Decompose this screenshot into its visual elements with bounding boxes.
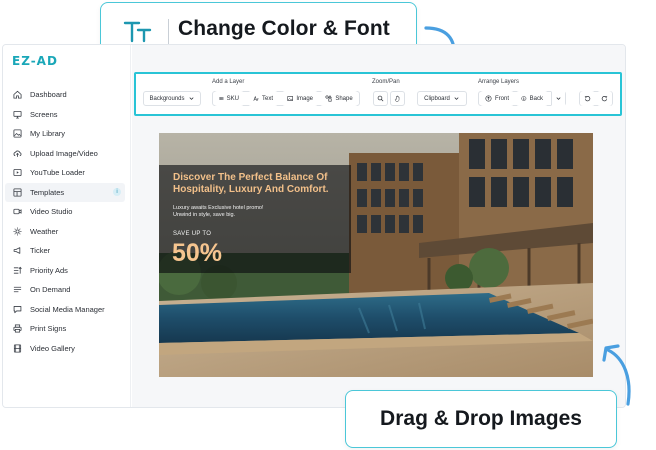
promo-discount[interactable]: 50% [172, 239, 222, 267]
text-format-icon [123, 19, 153, 45]
sidebar-item-label: Social Media Manager [30, 304, 105, 314]
chevron-down-icon [555, 97, 561, 100]
sidebar-item-label: Print Signs [30, 324, 67, 334]
search-icon [377, 95, 384, 102]
sidebar-item-video-studio[interactable]: Video Studio [3, 202, 131, 222]
undo-icon [584, 95, 591, 102]
add-sku-button[interactable]: SKU [214, 91, 244, 106]
add-image-button[interactable]: Image [282, 91, 318, 106]
sidebar-item-label: Upload Image/Video [30, 148, 98, 158]
sidebar-nav: Dashboard Screens My Library Upload Imag… [3, 85, 131, 358]
bring-front-button[interactable]: Front [480, 91, 514, 106]
shape-label: Shape [335, 95, 353, 102]
add-layer-label: Add a Layer [212, 79, 245, 85]
arrow-down-circle-icon [521, 96, 527, 101]
app-logo: EZ-AD [12, 54, 58, 68]
sidebar-item-weather[interactable]: Weather [3, 222, 131, 242]
promo-subtext[interactable]: Luxury awaits Exclusive hotel promo! Unw… [173, 205, 283, 219]
printer-icon [12, 324, 22, 334]
sidebar-item-screens[interactable]: Screens [3, 105, 131, 125]
sidebar-item-label: Priority Ads [30, 265, 68, 275]
image-label: Image [296, 95, 313, 102]
sidebar-item-print-signs[interactable]: Print Signs [3, 319, 131, 339]
backgrounds-dropdown[interactable]: Backgrounds [143, 91, 201, 106]
clipboard-label: Clipboard [424, 95, 450, 102]
video-icon [12, 207, 22, 217]
sidebar-item-video-gallery[interactable]: Video Gallery [3, 339, 131, 359]
chat-icon [12, 304, 22, 314]
text-label: Text [261, 95, 273, 102]
promo-overlay[interactable]: Discover The Perfect Balance Of Hospital… [159, 165, 351, 273]
sidebar-item-my-library[interactable]: My Library [3, 124, 131, 144]
sidebar-item-label: Ticker [30, 246, 51, 256]
add-shape-button[interactable]: Shape [320, 91, 358, 106]
templates-icon [12, 187, 22, 197]
arrange-layers-label: Arrange Layers [478, 79, 520, 85]
sidebar-item-ticker[interactable]: Ticker [3, 241, 131, 261]
add-text-button[interactable]: Text [248, 91, 278, 106]
arrange-more-button[interactable] [551, 91, 565, 106]
editor-toolbar: Backgrounds Add a Layer SKU Text Image S… [134, 72, 622, 116]
sidebar-item-social-media[interactable]: Social Media Manager [3, 300, 131, 320]
zoom-pan-label: Zoom/Pan [372, 79, 400, 85]
text-icon [253, 95, 259, 101]
sidebar-item-label: Weather [30, 226, 59, 236]
list-icon [12, 285, 22, 295]
front-label: Front [494, 95, 509, 102]
home-icon [12, 90, 22, 100]
arrow-up-circle-icon [485, 95, 492, 102]
sidebar-item-on-demand[interactable]: On Demand [3, 280, 131, 300]
redo-button[interactable] [597, 91, 612, 106]
play-box-icon [12, 168, 22, 178]
sidebar-item-label: Screens [30, 109, 58, 119]
megaphone-icon [12, 246, 22, 256]
sidebar-item-label: Dashboard [30, 90, 67, 100]
callout-title: Change Color & Font [178, 17, 390, 40]
callout-title: Drag & Drop Images [380, 407, 582, 430]
film-icon [12, 343, 22, 353]
sidebar-item-upload[interactable]: Upload Image/Video [3, 144, 131, 164]
back-label: Back [529, 95, 543, 102]
callout-divider [168, 19, 169, 45]
shapes-icon [325, 95, 333, 102]
barcode-icon [219, 97, 224, 100]
monitor-icon [12, 109, 22, 119]
sku-label: SKU [226, 95, 239, 102]
sidebar-item-label: On Demand [30, 285, 71, 295]
chevron-down-icon [188, 97, 194, 100]
promo-save-label[interactable]: SAVE UP TO [173, 231, 211, 237]
send-back-button[interactable]: Back [516, 91, 548, 106]
promo-headline[interactable]: Discover The Perfect Balance Of Hospital… [173, 172, 349, 196]
sidebar-item-dashboard[interactable]: Dashboard [3, 85, 131, 105]
cloud-upload-icon [12, 148, 22, 158]
sidebar: EZ-AD Dashboard Screens My Library Uploa… [3, 45, 131, 407]
pan-button[interactable] [390, 91, 405, 106]
sidebar-item-youtube-loader[interactable]: YouTube Loader [3, 163, 131, 183]
sidebar-item-priority-ads[interactable]: Priority Ads [3, 261, 131, 281]
sidebar-item-label: Video Studio [30, 207, 73, 217]
undo-button[interactable] [580, 91, 595, 106]
hand-icon [394, 95, 400, 102]
clipboard-dropdown[interactable]: Clipboard [417, 91, 467, 106]
zoom-button[interactable] [373, 91, 388, 106]
design-canvas[interactable]: Discover The Perfect Balance Of Hospital… [159, 133, 593, 377]
backgrounds-label: Backgrounds [149, 95, 185, 102]
sidebar-item-label: Video Gallery [30, 343, 75, 353]
image-icon [287, 96, 293, 101]
info-badge: i [113, 187, 121, 196]
sidebar-item-templates[interactable]: Templates i [5, 182, 125, 202]
priority-icon [12, 265, 22, 275]
chevron-down-icon [454, 97, 459, 100]
sidebar-item-label: Templates [30, 187, 65, 197]
image-icon [12, 129, 22, 139]
sidebar-item-label: YouTube Loader [30, 168, 85, 178]
drag-drop-callout: Drag & Drop Images [345, 390, 617, 448]
sidebar-item-label: My Library [30, 129, 66, 139]
sun-icon [12, 226, 22, 236]
redo-icon [601, 95, 608, 102]
